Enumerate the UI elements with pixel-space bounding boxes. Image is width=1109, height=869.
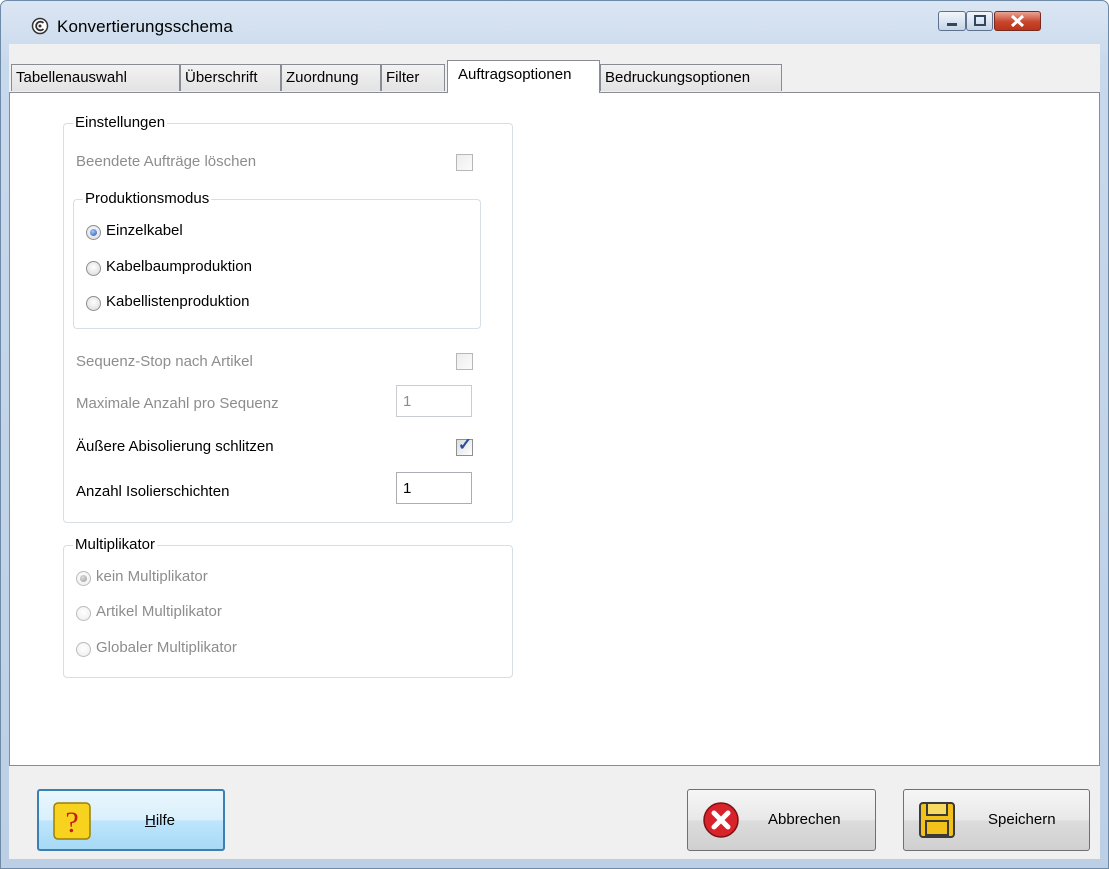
multiplikator-legend: Multiplikator bbox=[73, 536, 158, 553]
sequenz-stop-label: Sequenz-Stop nach Artikel bbox=[76, 353, 253, 370]
cancel-x-icon bbox=[703, 802, 739, 838]
abisolierung-schlitzen-checkbox[interactable]: ✓ bbox=[456, 435, 473, 456]
help-question-icon: ? bbox=[53, 802, 91, 840]
kabellistenproduktion-label[interactable]: Kabellistenproduktion bbox=[106, 293, 249, 310]
minimize-icon bbox=[947, 23, 957, 26]
kabelbaumproduktion-radio[interactable] bbox=[86, 261, 101, 276]
checkmark-icon: ✓ bbox=[457, 435, 473, 454]
tab-bedruckungsoptionen[interactable]: Bedruckungsoptionen bbox=[600, 64, 782, 91]
app-logo-icon bbox=[31, 17, 49, 35]
help-button[interactable]: ? Hilfe bbox=[37, 789, 225, 851]
sequenz-stop-checkbox[interactable] bbox=[456, 353, 473, 370]
client-area: Tabellenauswahl Überschrift Zuordnung Fi… bbox=[9, 44, 1100, 859]
tab-auftragsoptionen[interactable]: Auftragsoptionen bbox=[447, 60, 600, 93]
minimize-button[interactable] bbox=[938, 11, 966, 31]
tab-panel-auftragsoptionen: Einstellungen Beendete Aufträge löschen … bbox=[9, 92, 1100, 766]
globaler-multiplikator-radio[interactable] bbox=[76, 642, 91, 657]
close-button[interactable] bbox=[994, 11, 1041, 31]
tab-tabellenauswahl[interactable]: Tabellenauswahl bbox=[11, 64, 180, 91]
einzelkabel-radio[interactable] bbox=[86, 225, 101, 240]
save-button[interactable]: Speichern bbox=[903, 789, 1090, 851]
help-button-label: Hilfe bbox=[145, 812, 176, 829]
kein-multiplikator-radio[interactable] bbox=[76, 571, 91, 586]
maximize-button[interactable] bbox=[966, 11, 993, 31]
maximale-anzahl-input[interactable] bbox=[396, 385, 472, 417]
radio-selected-dot bbox=[90, 229, 97, 236]
tab-filter[interactable]: Filter bbox=[381, 64, 445, 91]
abisolierung-schlitzen-label: Äußere Abisolierung schlitzen bbox=[76, 438, 274, 455]
save-disk-icon bbox=[919, 802, 955, 838]
anzahl-isolierschichten-input[interactable] bbox=[396, 472, 472, 504]
title-bar[interactable]: Konvertierungsschema bbox=[1, 1, 1108, 45]
radio-selected-dot bbox=[80, 575, 87, 582]
cancel-button[interactable]: Abbrechen bbox=[687, 789, 876, 851]
artikel-multiplikator-label[interactable]: Artikel Multiplikator bbox=[96, 603, 222, 620]
close-icon bbox=[1010, 14, 1025, 28]
dialog-window: Konvertierungsschema Tabellenauswahl Übe… bbox=[0, 0, 1109, 869]
einstellungen-legend: Einstellungen bbox=[73, 114, 168, 131]
tab-ueberschrift[interactable]: Überschrift bbox=[180, 64, 281, 91]
svg-text:?: ? bbox=[65, 806, 78, 839]
globaler-multiplikator-label[interactable]: Globaler Multiplikator bbox=[96, 639, 237, 656]
maximize-icon bbox=[974, 15, 986, 26]
cancel-button-label: Abbrechen bbox=[768, 811, 841, 828]
kein-multiplikator-label[interactable]: kein Multiplikator bbox=[96, 568, 208, 585]
einzelkabel-label[interactable]: Einzelkabel bbox=[106, 222, 183, 239]
kabelbaumproduktion-label[interactable]: Kabelbaumproduktion bbox=[106, 258, 252, 275]
beendete-auftraege-label: Beendete Aufträge löschen bbox=[76, 153, 257, 170]
maximale-anzahl-label: Maximale Anzahl pro Sequenz bbox=[76, 395, 279, 412]
window-title: Konvertierungsschema bbox=[57, 17, 233, 36]
beendete-auftraege-checkbox[interactable] bbox=[456, 154, 473, 171]
save-button-label: Speichern bbox=[988, 811, 1056, 828]
anzahl-isolierschichten-label: Anzahl Isolierschichten bbox=[76, 483, 230, 500]
kabellistenproduktion-radio[interactable] bbox=[86, 296, 101, 311]
tab-zuordnung[interactable]: Zuordnung bbox=[281, 64, 381, 91]
tab-strip: Tabellenauswahl Überschrift Zuordnung Fi… bbox=[9, 44, 1100, 93]
produktionsmodus-legend: Produktionsmodus bbox=[83, 190, 212, 207]
artikel-multiplikator-radio[interactable] bbox=[76, 606, 91, 621]
